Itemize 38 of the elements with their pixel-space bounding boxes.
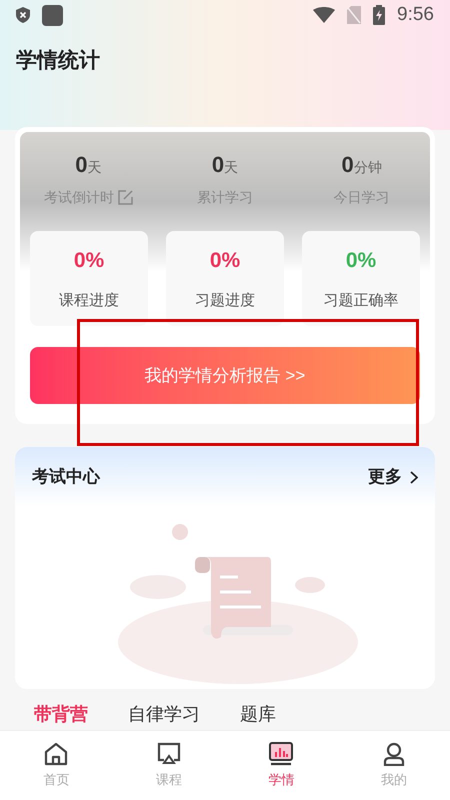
nav-item[interactable]: 学情: [225, 731, 338, 800]
nav-item[interactable]: 课程: [112, 731, 225, 800]
stat-value: 0: [342, 151, 354, 179]
bar-chart-icon: [269, 742, 294, 766]
progress-value: 0%: [210, 248, 240, 274]
progress-value: 0%: [346, 248, 376, 274]
section-title: 考试中心: [32, 466, 100, 488]
progress-value: 0%: [74, 248, 104, 274]
monitor-icon: [156, 742, 181, 766]
stat-label: 累计学习: [196, 188, 253, 207]
progress-label: 课程进度: [59, 291, 119, 311]
stat-label: 今日学习: [334, 188, 390, 207]
wifi-icon: [313, 7, 336, 23]
stat-unit: 天: [87, 158, 102, 177]
report-button[interactable]: 我的学情分析报告 >>: [30, 347, 420, 404]
tab[interactable]: 带背营: [34, 703, 88, 725]
progress-label: 习题正确率: [324, 291, 398, 311]
no-sim-icon: [347, 6, 362, 24]
more-link[interactable]: 更多: [368, 464, 418, 490]
tab[interactable]: 题库: [240, 703, 276, 725]
person-icon: [382, 742, 406, 766]
stat-value: 0: [212, 151, 224, 179]
progress-label: 习题进度: [195, 291, 255, 311]
nav-item[interactable]: 首页: [0, 731, 112, 800]
stat-value: 0: [75, 151, 88, 179]
battery-icon: [373, 5, 386, 25]
clock-time: 9:56: [397, 2, 434, 27]
home-icon: [44, 742, 68, 766]
app-notification-icon: [42, 4, 63, 26]
stat-label: 考试倒计时: [44, 188, 114, 207]
tab[interactable]: 自律学习: [128, 703, 200, 725]
stat-unit: 天: [224, 158, 238, 177]
stat-unit: 分钟: [354, 158, 382, 177]
chevron-icon: [410, 470, 418, 484]
page-title: 学情统计: [15, 48, 101, 74]
edit-icon[interactable]: [118, 190, 133, 205]
shield-icon: [16, 7, 30, 23]
nav-item[interactable]: 我的: [338, 731, 450, 800]
